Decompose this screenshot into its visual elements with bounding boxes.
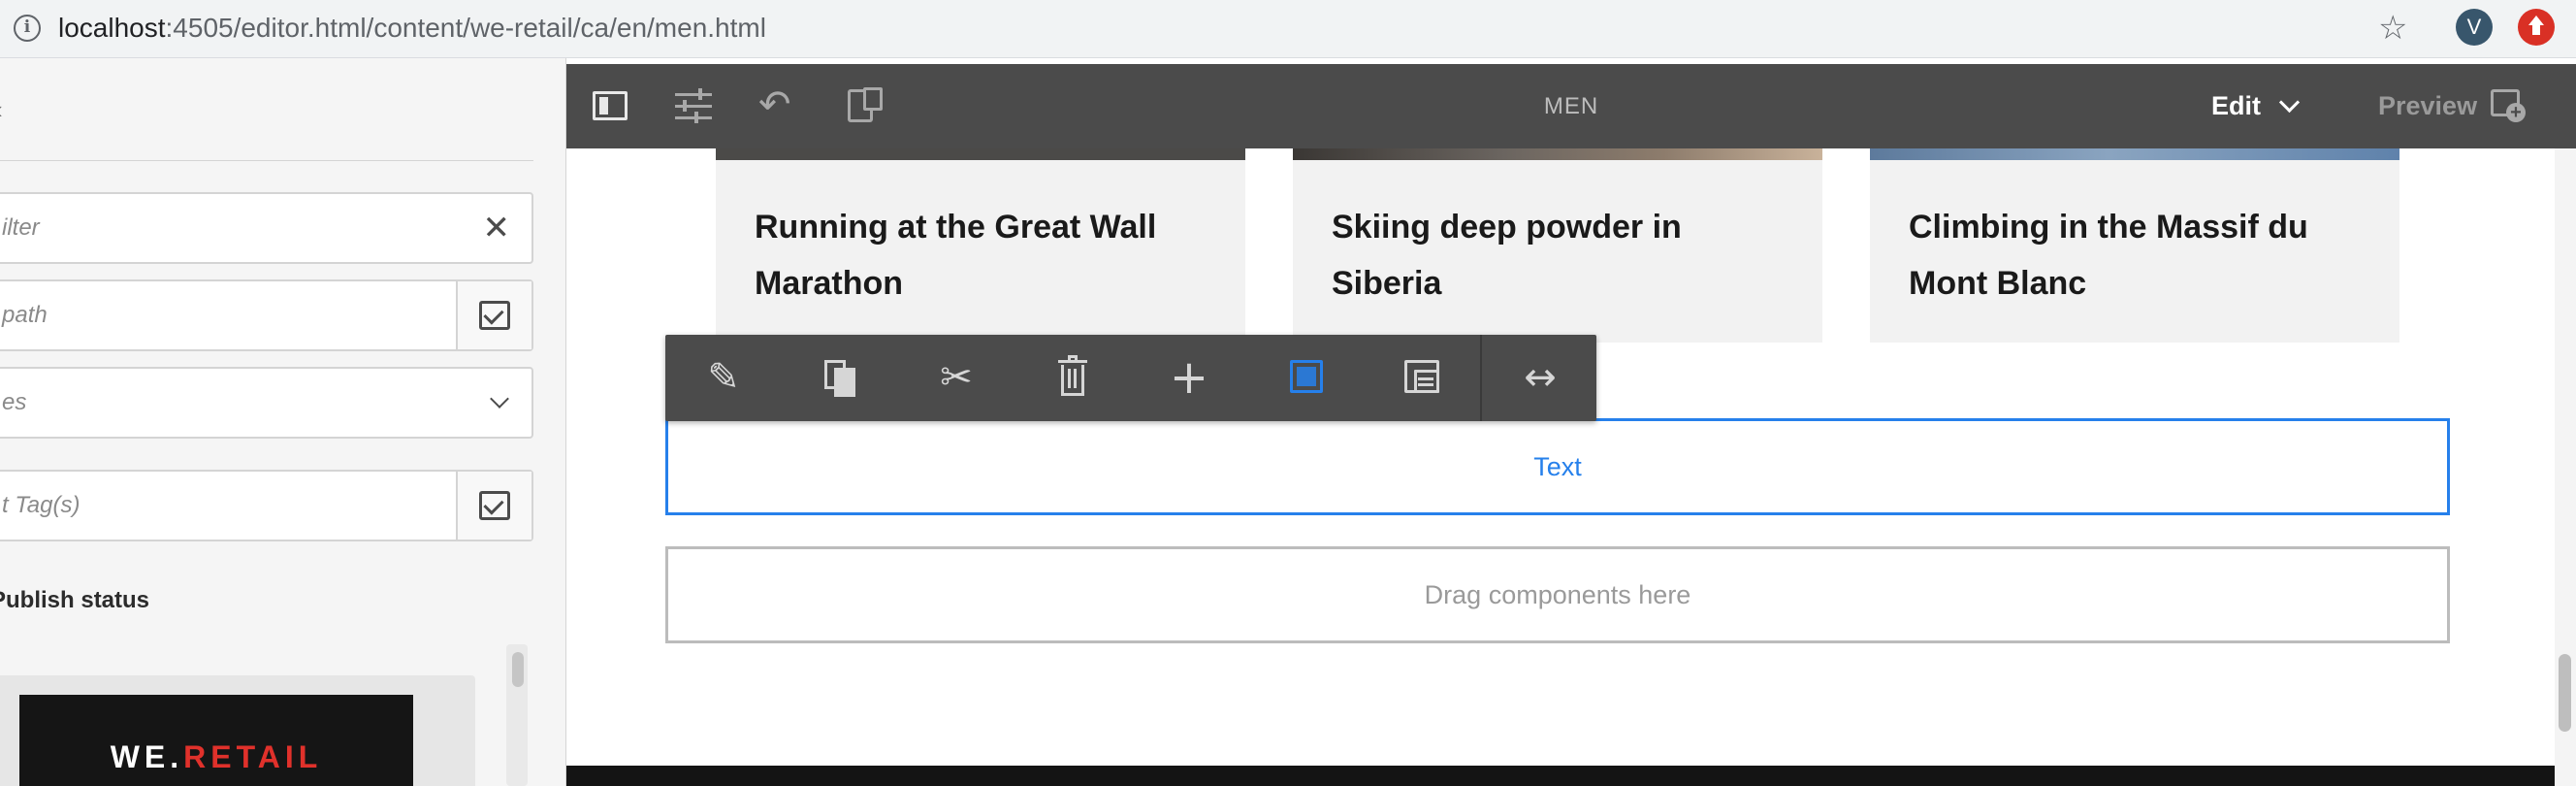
filter-placeholder: ilter <box>2 214 40 241</box>
card-title: Running at the Great Wall Marathon <box>755 209 1157 302</box>
clear-filter-icon[interactable]: ✕ <box>483 212 511 245</box>
side-panel-header: ‹ <box>0 58 533 161</box>
editor-toolbar: ↶ MEN Edit Preview + <box>566 64 2576 148</box>
article-card[interactable]: Running at the Great Wall Marathon <box>716 148 1245 343</box>
url-path: :4505/editor.html/content/we-retail/ca/e… <box>165 13 766 43</box>
tags-select-button[interactable] <box>456 472 531 540</box>
logo-retail: RETAIL <box>183 739 323 774</box>
card-image <box>716 148 1245 160</box>
filter-search-field[interactable]: ilter ✕ <box>0 192 533 264</box>
tags-field[interactable]: t Tag(s) <box>0 470 533 541</box>
browser-address-bar: i localhost:4505/editor.html/content/we-… <box>0 0 2576 58</box>
bookmark-star-icon[interactable]: ☆ <box>2378 10 2407 47</box>
card-image <box>1293 148 1822 160</box>
page-title: MEN <box>1543 93 1599 119</box>
types-dropdown[interactable]: es <box>0 367 533 439</box>
site-info-icon[interactable]: i <box>14 15 41 42</box>
url-host: localhost <box>58 13 166 43</box>
delete-icon[interactable] <box>1014 335 1131 421</box>
card-title: Climbing in the Massif du Mont Blanc <box>1909 209 2308 302</box>
we-retail-logo-thumbnail: WE.RETAIL <box>19 695 413 786</box>
edit-icon[interactable]: ✎ <box>665 335 782 421</box>
path-select-button[interactable] <box>456 281 531 349</box>
cut-icon[interactable]: ✂ <box>898 335 1014 421</box>
select-checkbox-icon <box>479 301 510 330</box>
edit-mode-selector[interactable]: Edit <box>2211 64 2261 148</box>
tags-placeholder: t Tag(s) <box>2 492 80 518</box>
parent-icon[interactable] <box>1364 335 1480 421</box>
card-image <box>1870 148 2399 160</box>
article-card[interactable]: Climbing in the Massif du Mont Blanc <box>1870 148 2399 343</box>
select-checkbox-icon <box>479 491 510 520</box>
browser-update-icon[interactable] <box>2518 9 2555 46</box>
path-placeholder: path <box>2 302 48 328</box>
page-footer <box>566 766 2555 786</box>
drop-zone-label: Drag components here <box>1424 580 1691 609</box>
logo-we: WE. <box>110 739 184 774</box>
publish-status-label: Publish status <box>0 587 150 613</box>
copy-icon[interactable] <box>782 335 898 421</box>
layout-icon[interactable]: ↔ <box>1482 335 1598 421</box>
component-toolbar: ✎ ✂ + ↔ <box>665 335 1596 421</box>
profile-avatar[interactable]: V <box>2456 9 2493 46</box>
text-component-label: Text <box>1533 452 1582 481</box>
article-card[interactable]: Skiing deep powder in Siberia <box>1293 148 1822 343</box>
page-canvas: Running at the Great Wall Marathon Skiin… <box>566 148 2555 786</box>
insert-icon[interactable]: + <box>1131 335 1247 421</box>
card-title: Skiing deep powder in Siberia <box>1332 209 1682 302</box>
url-field[interactable]: localhost:4505/editor.html/content/we-re… <box>58 13 766 44</box>
side-panel-scroll-thumb[interactable] <box>512 652 524 687</box>
path-field[interactable]: path <box>0 279 533 351</box>
group-icon[interactable] <box>1247 335 1364 421</box>
preview-button[interactable]: Preview <box>2378 64 2477 148</box>
chevron-down-icon <box>490 389 509 409</box>
add-annotation-icon[interactable]: + <box>2491 89 2526 122</box>
asset-card[interactable]: WE.RETAIL <box>0 675 475 786</box>
we-retail-logo: WE.RETAIL <box>19 739 413 775</box>
text-component[interactable]: Text <box>665 418 2450 515</box>
types-placeholder: es <box>2 389 27 415</box>
main-scroll-thumb[interactable] <box>2559 654 2571 732</box>
drop-zone[interactable]: Drag components here <box>665 546 2450 643</box>
collapse-chevron-icon[interactable]: ‹ <box>0 95 3 125</box>
side-panel: ‹ ilter ✕ path es t Tag(s) Publish statu… <box>0 58 566 786</box>
